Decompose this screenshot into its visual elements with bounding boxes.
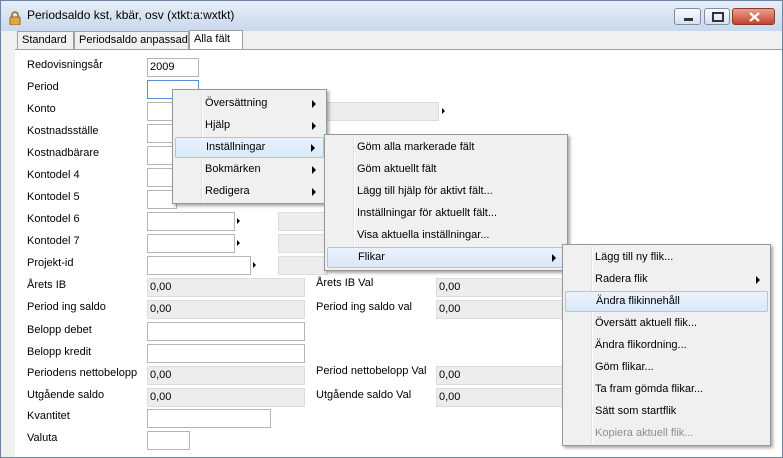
submenu-arrow-icon xyxy=(311,144,315,152)
menu-item-oversatt-aktuell-flik[interactable]: Översätt aktuell flik... xyxy=(565,313,768,334)
kontodel6-lookup-arrow-icon[interactable] xyxy=(237,218,240,224)
submenu-arrow-icon xyxy=(312,100,316,108)
menu-item-andra-flikinnehall[interactable]: Ändra flikinnehåll xyxy=(565,291,768,312)
label-utgaende-saldo-val: Utgående saldo Val xyxy=(316,389,412,401)
menu-item-flikar[interactable]: Flikar xyxy=(327,247,565,268)
installningar-submenu: Göm alla markerade fält Göm aktuellt fäl… xyxy=(324,134,568,271)
utgaende-saldo-value: 0,00 xyxy=(147,388,305,407)
valuta-input[interactable] xyxy=(147,431,190,450)
tab-alla-falt[interactable]: Alla fält xyxy=(189,30,243,49)
menu-item-gom-alla-markerade-falt[interactable]: Göm alla markerade fält xyxy=(327,137,565,158)
close-icon xyxy=(749,12,760,22)
menu-item-lagg-till-ny-flik[interactable]: Lägg till ny flik... xyxy=(565,247,768,268)
label-redovisningsar: Redovisningsår xyxy=(27,59,103,71)
projektid-description xyxy=(278,256,328,275)
menu-item-installningar[interactable]: Inställningar xyxy=(175,137,324,158)
menu-item-satt-som-startflik[interactable]: Sätt som startflik xyxy=(565,401,768,422)
menu-item-installningar-aktuellt-falt[interactable]: Inställningar för aktuellt fält... xyxy=(327,203,565,224)
label-period-ing-saldo-val: Period ing saldo val xyxy=(316,301,413,313)
menu-item-label: Redigera xyxy=(205,185,250,197)
menu-item-bokmarken[interactable]: Bokmärken xyxy=(175,159,324,180)
title-bar[interactable]: Periodsaldo kst, kbär, osv (xtkt:a:wxtkt… xyxy=(1,1,782,31)
kontodel7-input[interactable] xyxy=(147,234,235,253)
belopp-debet-input[interactable] xyxy=(147,322,305,341)
kontodel7-lookup-arrow-icon[interactable] xyxy=(237,240,240,246)
label-arets-ib: Årets IB xyxy=(27,279,67,291)
context-menu: Översättning Hjälp Inställningar Bokmärk… xyxy=(172,89,327,204)
label-utgaende-saldo: Utgående saldo xyxy=(27,389,105,401)
period-ing-saldo-value: 0,00 xyxy=(147,300,305,319)
period-ing-saldo-val-value: 0,00 xyxy=(436,300,566,319)
submenu-arrow-icon xyxy=(552,254,556,262)
kontodel7-description xyxy=(278,234,328,253)
kvantitet-input[interactable] xyxy=(147,409,271,428)
menu-item-label: Radera flik xyxy=(595,273,648,285)
menu-item-label: Inställningar xyxy=(206,141,266,153)
label-kostnadsstalle: Kostnadsställe xyxy=(27,125,99,137)
menu-item-redigera[interactable]: Redigera xyxy=(175,181,324,202)
menu-item-label: Översättning xyxy=(205,97,268,109)
menu-item-oversattning[interactable]: Översättning xyxy=(175,93,324,114)
label-arets-ib-val: Årets IB Val xyxy=(316,277,374,289)
menu-item-label: Bokmärken xyxy=(205,163,261,175)
flikar-submenu: Lägg till ny flik... Radera flik Ändra f… xyxy=(562,244,771,446)
periodens-nettobelopp-value: 0,00 xyxy=(147,366,305,385)
close-button[interactable] xyxy=(732,8,775,25)
konto-lookup-arrow-icon[interactable] xyxy=(442,108,445,114)
label-kostnadbarare: Kostnadbärare xyxy=(27,147,100,159)
window-title: Periodsaldo kst, kbär, osv (xtkt:a:wxtkt… xyxy=(27,8,235,22)
label-kontodel4: Kontodel 4 xyxy=(27,169,80,181)
menu-item-kopiera-aktuell-flik: Kopiera aktuell flik... xyxy=(595,427,694,439)
lock-icon xyxy=(9,11,21,25)
menu-item-label: Hjälp xyxy=(205,119,231,131)
menu-item-gom-aktuellt-falt[interactable]: Göm aktuellt fält xyxy=(327,159,565,180)
submenu-arrow-icon xyxy=(312,122,316,130)
menu-item-radera-flik[interactable]: Radera flik xyxy=(565,269,768,290)
konto-description xyxy=(325,102,439,121)
kontodel6-description xyxy=(278,212,328,231)
label-valuta: Valuta xyxy=(27,432,58,444)
menu-item-gom-flikar[interactable]: Göm flikar... xyxy=(565,357,768,378)
minimize-button[interactable] xyxy=(674,8,701,25)
label-periodens-nettobelopp: Periodens nettobelopp xyxy=(27,367,138,379)
label-projektid: Projekt-id xyxy=(27,257,74,269)
arets-ib-val-value: 0,00 xyxy=(436,278,566,297)
label-kontodel6: Kontodel 6 xyxy=(27,213,80,225)
tab-standard[interactable]: Standard xyxy=(17,31,74,49)
submenu-arrow-icon xyxy=(312,188,316,196)
menu-item-lagg-till-hjalp[interactable]: Lägg till hjälp för aktivt fält... xyxy=(327,181,565,202)
label-kontodel7: Kontodel 7 xyxy=(27,235,80,247)
label-period: Period xyxy=(27,81,59,93)
menu-item-label: Flikar xyxy=(358,251,385,263)
menu-item-ta-fram-gomda-flikar[interactable]: Ta fram gömda flikar... xyxy=(565,379,768,400)
projektid-lookup-arrow-icon[interactable] xyxy=(253,262,256,268)
label-kontodel5: Kontodel 5 xyxy=(27,191,80,203)
kontodel6-input[interactable] xyxy=(147,212,235,231)
label-period-ing-saldo: Period ing saldo xyxy=(27,301,106,313)
main-window: Periodsaldo kst, kbär, osv (xtkt:a:wxtkt… xyxy=(0,0,783,458)
submenu-arrow-icon xyxy=(312,166,316,174)
arets-ib-value: 0,00 xyxy=(147,278,305,297)
label-period-nettobelopp-val: Period nettobelopp Val xyxy=(316,365,427,377)
menu-item-hjalp[interactable]: Hjälp xyxy=(175,115,324,136)
label-belopp-kredit: Belopp kredit xyxy=(27,346,92,358)
submenu-arrow-icon xyxy=(756,276,760,284)
label-konto: Konto xyxy=(27,103,56,115)
belopp-kredit-input[interactable] xyxy=(147,344,305,363)
projektid-input[interactable] xyxy=(147,256,251,275)
maximize-icon xyxy=(712,12,724,22)
menu-item-visa-aktuella-installningar[interactable]: Visa aktuella inställningar... xyxy=(327,225,565,246)
utgaende-saldo-val-value: 0,00 xyxy=(436,388,566,407)
label-belopp-debet: Belopp debet xyxy=(27,324,92,336)
menu-item-andra-flikordning[interactable]: Ändra flikordning... xyxy=(565,335,768,356)
maximize-button[interactable] xyxy=(704,8,730,25)
redovisningsar-input[interactable]: 2009 xyxy=(147,58,199,77)
tab-periodsaldo-anpassad[interactable]: Periodsaldo anpassad xyxy=(74,31,189,49)
period-nettobelopp-val-value: 0,00 xyxy=(436,366,566,385)
label-kvantitet: Kvantitet xyxy=(27,410,70,422)
minimize-icon xyxy=(684,18,693,21)
